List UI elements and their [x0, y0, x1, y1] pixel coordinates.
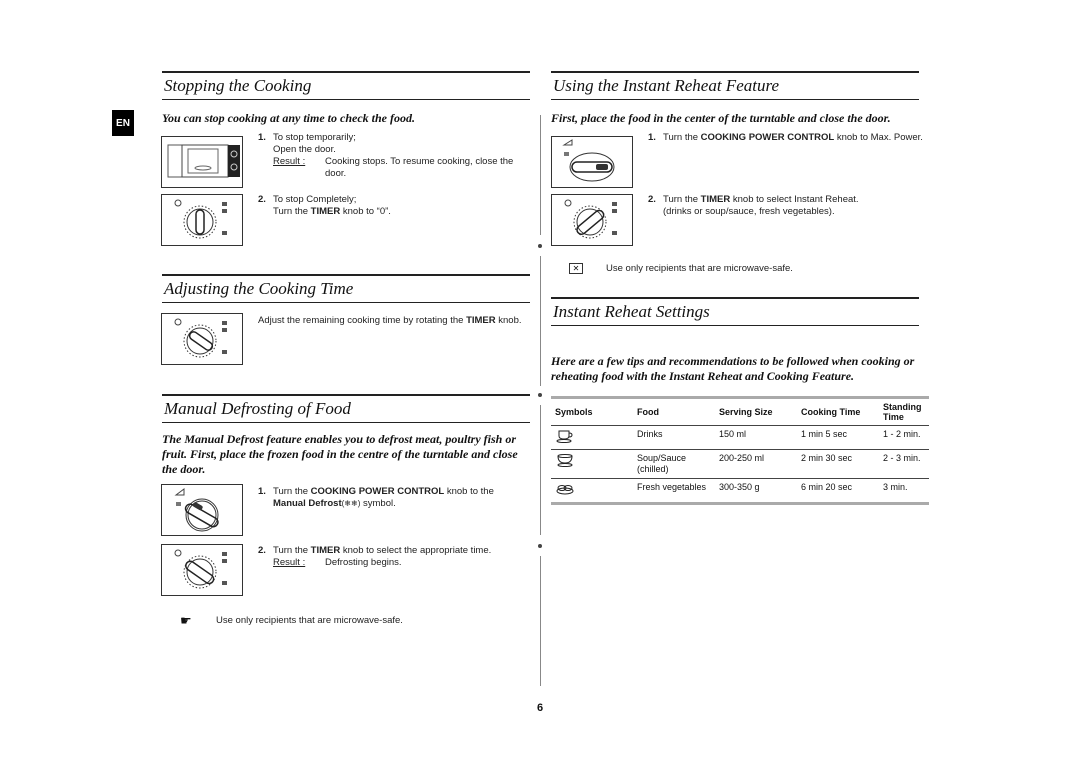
- divider-dot: [538, 544, 542, 548]
- reheat-step-1: 1. Turn the COOKING POWER CONTROL knob to…: [648, 132, 928, 144]
- food-cell: Fresh vegetables: [633, 478, 715, 505]
- step-text: Turn the: [273, 206, 311, 217]
- column-divider: [540, 405, 541, 535]
- step-text: symbol.: [360, 498, 396, 509]
- defrost-symbol-icon: (❄❄): [341, 499, 361, 508]
- section-title-reheat: Using the Instant Reheat Feature: [551, 71, 919, 100]
- column-divider: [540, 115, 541, 235]
- standing-time-cell: 1 - 2 min.: [879, 425, 929, 450]
- col-header-serving-size: Serving Size: [715, 396, 797, 426]
- cooking-time-cell: 2 min 30 sec: [797, 449, 879, 479]
- result-text: Cooking stops. To resume cooking, close …: [325, 156, 514, 179]
- defrost-step-1: 1. Turn the COOKING POWER CONTROL knob to…: [258, 486, 533, 510]
- result-label: Result :: [273, 557, 306, 568]
- defrost-lead: The Manual Defrost feature enables you t…: [162, 432, 518, 476]
- timer-keyword: TIMER: [466, 315, 496, 326]
- reheat-settings-table: Symbols Food Serving Size Cooking Time S…: [551, 396, 929, 505]
- defrost-step-2: 2. Turn the TIMER knob to select the appr…: [258, 545, 533, 569]
- cup-icon: [551, 425, 633, 450]
- cooking-time-cell: 6 min 20 sec: [797, 478, 879, 505]
- column-divider: [540, 256, 541, 386]
- cooking-time-cell: 1 min 5 sec: [797, 425, 879, 450]
- power-control-keyword: COOKING POWER CONTROL: [700, 132, 835, 143]
- food-cell: Soup/Sauce (chilled): [633, 449, 715, 479]
- food-cell: Drinks: [633, 425, 715, 450]
- timer-knob-figure: [551, 194, 633, 246]
- step-number: 1.: [258, 486, 266, 497]
- step-text: Open the door.: [273, 144, 336, 155]
- serving-size-cell: 200-250 ml: [715, 449, 797, 479]
- step-number: 2.: [648, 194, 656, 205]
- microwave-open-door-figure: [161, 136, 243, 188]
- timer-keyword: TIMER: [310, 545, 341, 556]
- section-title-adjusting: Adjusting the Cooking Time: [162, 274, 530, 303]
- step-text: (drinks or soup/sauce, fresh vegetables)…: [663, 206, 835, 217]
- result-text: Defrosting begins.: [325, 557, 402, 568]
- step-number: 2.: [258, 194, 266, 205]
- standing-time-cell: 3 min.: [879, 478, 929, 505]
- step-number: 2.: [258, 545, 266, 556]
- step-text: Turn the: [273, 545, 311, 556]
- timer-knob-figure: [161, 544, 243, 596]
- vegetables-icon: [551, 478, 633, 505]
- reheat-note: Use only recipients that are microwave-s…: [606, 263, 793, 274]
- table-row: Drinks 150 ml 1 min 5 sec 1 - 2 min.: [551, 425, 929, 450]
- step-text: Turn the: [663, 132, 701, 143]
- col-header-standing-time: Standing Time: [879, 396, 929, 426]
- table-header-row: Symbols Food Serving Size Cooking Time S…: [551, 396, 929, 426]
- page-number: 6: [536, 702, 544, 714]
- section-title-defrost: Manual Defrosting of Food: [162, 394, 530, 423]
- divider-dot: [538, 393, 542, 397]
- body-text: knob.: [495, 315, 522, 326]
- stopping-step-1: 1. To stop temporarily; Open the door. Re…: [258, 132, 533, 180]
- divider-dot: [538, 244, 542, 248]
- power-control-keyword: COOKING POWER CONTROL: [310, 486, 445, 497]
- step-text: knob to “0”.: [340, 206, 391, 217]
- step-text: knob to Max. Power.: [834, 132, 923, 143]
- reheat-step-2: 2. Turn the TIMER knob to select Instant …: [648, 194, 928, 218]
- step-text: knob to select Instant Reheat.: [730, 194, 859, 205]
- step-text: Turn the: [273, 486, 311, 497]
- step-text: knob to the: [444, 486, 494, 497]
- section-title-stopping: Stopping the Cooking: [162, 71, 530, 100]
- timer-knob-figure: [161, 313, 243, 365]
- step-text: knob to select the appropriate time.: [340, 545, 492, 556]
- step-text: Turn the: [663, 194, 701, 205]
- power-knob-figure: [161, 484, 243, 536]
- section-title-settings: Instant Reheat Settings: [551, 297, 919, 326]
- language-tab: EN: [112, 110, 134, 136]
- table-row: Fresh vegetables 300-350 g 6 min 20 sec …: [551, 478, 929, 505]
- col-header-symbols: Symbols: [551, 396, 633, 426]
- column-divider: [540, 556, 541, 686]
- bowl-icon: [551, 449, 633, 479]
- body-text: Adjust the remaining cooking time by rot…: [258, 315, 467, 326]
- manual-defrost-keyword: Manual Defrost: [273, 498, 342, 509]
- col-header-food: Food: [633, 396, 715, 426]
- pointing-hand-icon: ☛: [180, 613, 192, 628]
- adjusting-text: Adjust the remaining cooking time by rot…: [258, 315, 533, 327]
- col-header-cooking-time: Cooking Time: [797, 396, 879, 426]
- standing-time-cell: 2 - 3 min.: [879, 449, 929, 479]
- step-text: To stop temporarily;: [273, 132, 356, 143]
- power-knob-figure: [551, 136, 633, 188]
- table-row: Soup/Sauce (chilled) 200-250 ml 2 min 30…: [551, 449, 929, 479]
- stopping-lead: You can stop cooking at any time to chec…: [162, 111, 415, 125]
- microwave-safe-icon: ✕: [569, 263, 583, 274]
- timer-keyword: TIMER: [310, 206, 341, 217]
- result-label: Result :: [273, 156, 306, 167]
- serving-size-cell: 300-350 g: [715, 478, 797, 505]
- reheat-lead: First, place the food in the center of t…: [551, 111, 891, 125]
- step-number: 1.: [648, 132, 656, 143]
- step-number: 1.: [258, 132, 266, 143]
- defrost-note: Use only recipients that are microwave-s…: [216, 615, 403, 626]
- timer-keyword: TIMER: [700, 194, 731, 205]
- step-text: To stop Completely;: [273, 194, 357, 205]
- serving-size-cell: 150 ml: [715, 425, 797, 450]
- settings-lead: Here are a few tips and recommendations …: [551, 354, 915, 383]
- timer-knob-figure: [161, 194, 243, 246]
- stopping-step-2: 2. To stop Completely; Turn the TIMER kno…: [258, 194, 533, 218]
